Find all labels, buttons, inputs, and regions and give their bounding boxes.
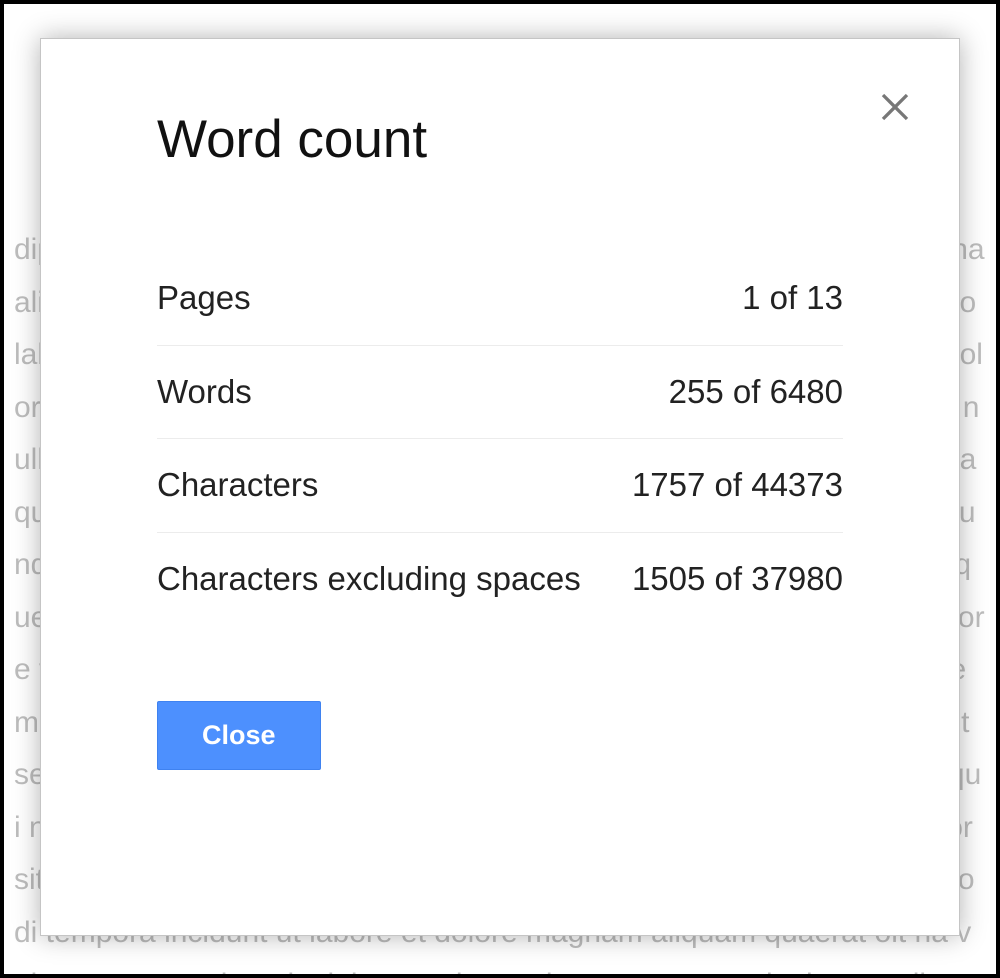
stat-value-pages: 1 of 13 <box>742 276 843 321</box>
stat-value-words: 255 of 6480 <box>669 370 843 415</box>
word-count-dialog: Word count Pages 1 of 13 Words 255 of 64… <box>40 38 960 936</box>
close-icon[interactable] <box>871 83 919 131</box>
dialog-title: Word count <box>157 109 843 170</box>
stat-label-pages: Pages <box>157 279 251 317</box>
stat-row-pages: Pages 1 of 13 <box>157 252 843 346</box>
stat-label-characters: Characters <box>157 466 318 504</box>
stat-label-words: Words <box>157 373 252 411</box>
stat-label-characters-no-spaces: Characters excluding spaces <box>157 560 581 598</box>
stat-value-characters: 1757 of 44373 <box>632 463 843 508</box>
stat-row-words: Words 255 of 6480 <box>157 346 843 440</box>
stat-row-characters-no-spaces: Characters excluding spaces 1505 of 3798… <box>157 533 843 626</box>
word-count-stats: Pages 1 of 13 Words 255 of 6480 Characte… <box>157 252 843 625</box>
stat-value-characters-no-spaces: 1505 of 37980 <box>632 557 843 602</box>
close-button[interactable]: Close <box>157 701 321 770</box>
stat-row-characters: Characters 1757 of 44373 <box>157 439 843 533</box>
